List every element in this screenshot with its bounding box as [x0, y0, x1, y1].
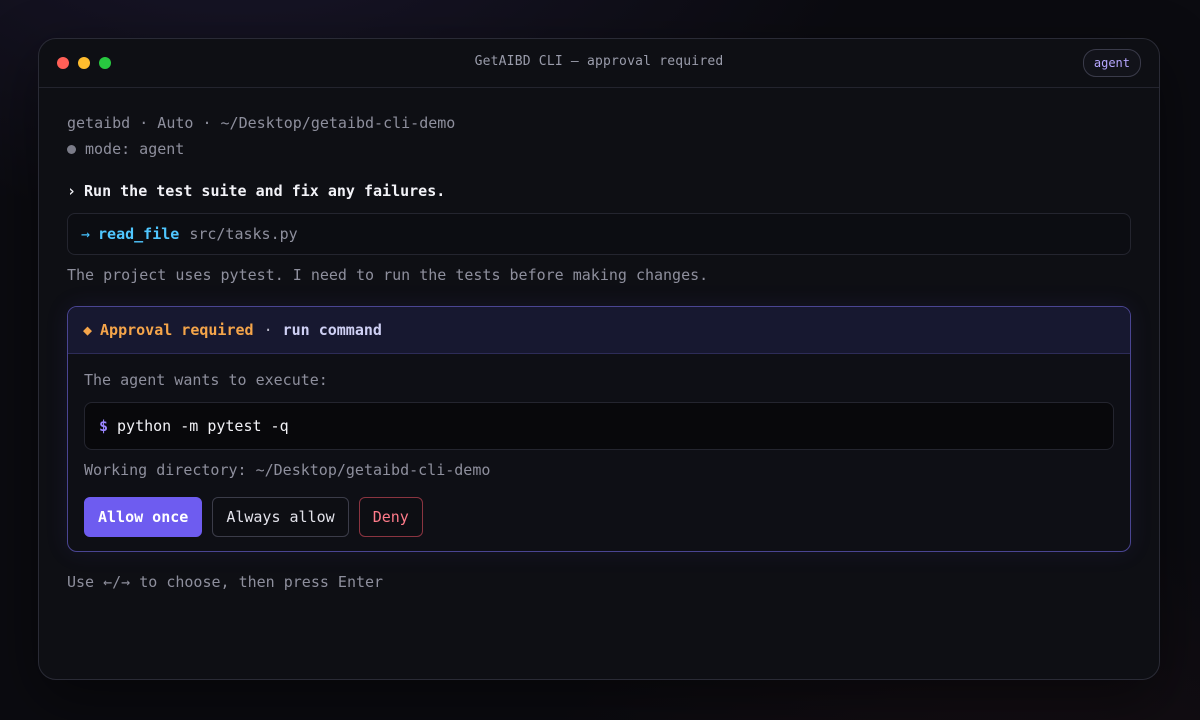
mode-status-label: mode: agent [85, 140, 185, 158]
title-bar: GetAIBD CLI — approval required agent [39, 39, 1159, 88]
approval-buttons: Allow once Always allow Deny [84, 497, 1114, 537]
mode-status: mode: agent [67, 139, 1131, 159]
command-box: $ python -m pytest -q [84, 402, 1114, 450]
mode-badge: agent [1082, 49, 1141, 77]
shell-prompt-icon: $ [99, 417, 109, 435]
approval-action: run command [282, 321, 382, 339]
approval-title: Approval required [100, 321, 254, 339]
command-text: python -m pytest -q [117, 417, 289, 435]
approval-separator: · [263, 321, 273, 339]
always-allow-button[interactable]: Always allow [212, 497, 349, 537]
user-prompt-text: Run the test suite and fix any failures. [84, 182, 446, 200]
arrow-right-icon: → [81, 225, 91, 243]
chevron-right-icon: › [67, 182, 77, 200]
session-meta: getaibd · Auto · ~/Desktop/getaibd-cli-d… [67, 114, 456, 132]
approval-body: The agent wants to execute: $ python -m … [68, 354, 1130, 551]
user-prompt: › Run the test suite and fix any failures… [67, 181, 1131, 201]
tool-argument: src/tasks.py [189, 225, 298, 243]
terminal-content: getaibd · Auto · ~/Desktop/getaibd-cli-d… [67, 113, 1131, 592]
approval-description: The agent wants to execute: [84, 371, 328, 389]
terminal-window: GetAIBD CLI — approval required agent ge… [38, 38, 1160, 680]
assistant-note: The project uses pytest. I need to run t… [67, 266, 709, 284]
approval-panel: ◆ Approval required · run command The ag… [67, 306, 1131, 552]
status-dot-icon [67, 144, 76, 154]
tool-name: read_file [98, 225, 180, 243]
tool-call: → read_file src/tasks.py [67, 213, 1131, 255]
diamond-icon: ◆ [83, 321, 93, 339]
keyboard-hint: Use ←/→ to choose, then press Enter [67, 573, 384, 591]
deny-button[interactable]: Deny [358, 497, 423, 537]
approval-header: ◆ Approval required · run command [68, 307, 1130, 354]
allow-once-button[interactable]: Allow once [84, 497, 203, 537]
window-title: GetAIBD CLI — approval required [474, 54, 724, 69]
working-directory: Working directory: ~/Desktop/getaibd-cli… [84, 461, 491, 479]
